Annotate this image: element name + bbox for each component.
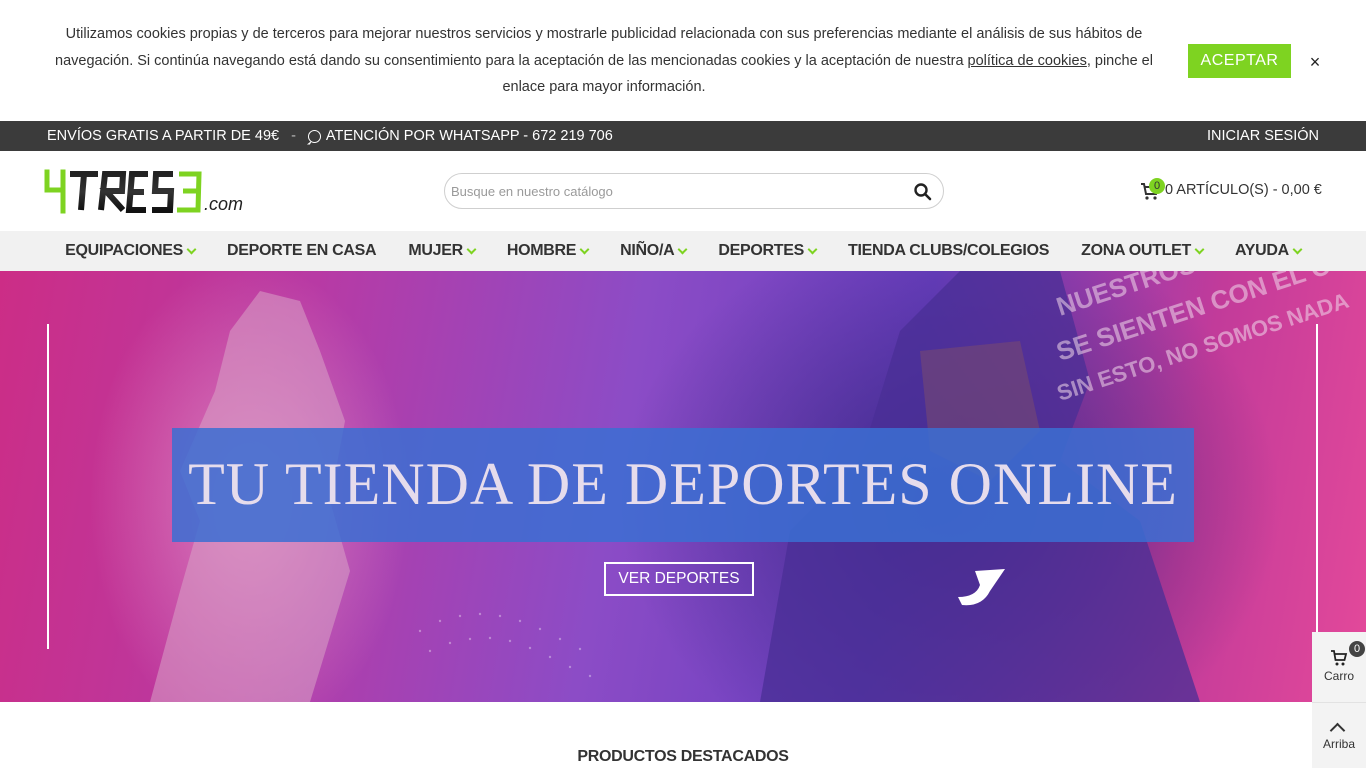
see-sports-button[interactable]: VER DEPORTES: [604, 562, 754, 596]
main-nav-list: EQUIPACIONES DEPORTE EN CASA MUJER HOMBRE NI…: [0, 231, 1366, 271]
chevron-down-icon: [807, 244, 818, 254]
hero-title: TU TIENDA DE DEPORTES ONLINE: [188, 451, 1178, 517]
floating-cart-button[interactable]: 0 Carro: [1312, 632, 1366, 702]
cookie-accept-button[interactable]: ACEPTAR: [1188, 44, 1291, 78]
cart-summary[interactable]: 0 ARTÍCULO(S) - 0,00 €: [1165, 182, 1322, 198]
featured-products-title: PRODUCTOS DESTACADOS: [577, 748, 789, 765]
nav-item-deportes[interactable]: DEPORTES: [702, 242, 832, 260]
chevron-up-icon: [1329, 722, 1346, 739]
nav-item-label: EQUIPACIONES: [65, 242, 183, 259]
back-to-top-button[interactable]: Arriba: [1312, 702, 1366, 768]
floating-cart-badge: 0: [1349, 641, 1365, 657]
search-input[interactable]: [451, 179, 891, 203]
floating-cart-icon: [1331, 650, 1348, 666]
cookie-policy-link[interactable]: política de cookies: [968, 53, 1087, 69]
free-shipping-text: ENVÍOS GRATIS A PARTIR DE 49€: [47, 128, 280, 144]
nav-item-zona-outlet[interactable]: ZONA OUTLET: [1065, 242, 1219, 260]
hero-title-box: TU TIENDA DE DEPORTES ONLINE: [172, 428, 1194, 542]
nav-item-mujer[interactable]: MUJER: [392, 242, 491, 260]
chevron-down-icon: [466, 244, 477, 254]
nav-item-label: HOMBRE: [506, 242, 577, 259]
back-to-top-label: Arriba: [1322, 737, 1355, 751]
nav-item-ayuda[interactable]: AYUDA: [1219, 242, 1317, 260]
header-cart[interactable]: 0 0 ARTÍCULO(S) - 0,00 €: [1140, 178, 1322, 203]
chevron-down-icon: [1292, 244, 1303, 254]
nav-item-niño-a[interactable]: NIÑO/A: [604, 242, 702, 260]
nav-item-tienda-clubs-colegios[interactable]: TIENDA CLUBS/COLEGIOS: [832, 242, 1065, 260]
nav-item-label: DEPORTE EN CASA: [227, 242, 377, 259]
nav-item-equipaciones[interactable]: EQUIPACIONES: [49, 242, 211, 260]
nav-item-label: ZONA OUTLET: [1081, 242, 1191, 259]
top-bar-separator: -: [291, 128, 296, 144]
nav-item-deporte-en-casa[interactable]: DEPORTE EN CASA: [211, 242, 392, 260]
nav-item-label: MUJER: [408, 242, 463, 259]
hero-frame-right: [1316, 324, 1318, 649]
nav-item-label: TIENDA CLUBS/COLEGIOS: [847, 242, 1050, 259]
chevron-down-icon: [1194, 244, 1205, 254]
top-bar-info: ENVÍOS GRATIS A PARTIR DE 49€ - ATENCIÓN…: [47, 128, 613, 144]
floating-cart-label: Carro: [1323, 669, 1354, 683]
chevron-down-icon: [579, 244, 590, 254]
nav-item-label: AYUDA: [1234, 242, 1289, 259]
nav-item-label: DEPORTES: [718, 242, 804, 259]
whatsapp-contact-text[interactable]: ATENCIÓN POR WHATSAPP - 672 219 706: [326, 128, 613, 144]
logo-suffix: .com: [204, 194, 243, 214]
nav-item-label: NIÑO/A: [620, 242, 675, 259]
nav-item-hombre[interactable]: HOMBRE: [491, 242, 604, 260]
site-header: .com 0 0 ARTÍCULO(S) - 0,00 €: [0, 151, 1366, 231]
search-box: [444, 173, 944, 209]
cart-count-badge: 0: [1149, 178, 1165, 194]
chevron-down-icon: [677, 244, 688, 254]
cookie-banner: Utilizamos cookies propias y de terceros…: [0, 0, 1366, 121]
chevron-down-icon: [186, 244, 197, 254]
main-nav: EQUIPACIONES DEPORTE EN CASA MUJER HOMBRE NI…: [0, 231, 1366, 271]
cookie-message: Utilizamos cookies propias y de terceros…: [44, 21, 1164, 101]
whatsapp-icon: [307, 129, 321, 143]
hero-frame-left: [47, 324, 49, 649]
login-link[interactable]: INICIAR SESIÓN: [1207, 128, 1319, 144]
hero-banner[interactable]: NUESTROS COLORS SE SIENTEN CON EL CORAZÓ…: [0, 271, 1366, 702]
top-bar: ENVÍOS GRATIS A PARTIR DE 49€ - ATENCIÓN…: [0, 121, 1366, 151]
cookie-close-icon[interactable]: ×: [1305, 51, 1325, 73]
search-icon[interactable]: [913, 182, 933, 202]
site-logo[interactable]: .com: [43, 169, 248, 215]
